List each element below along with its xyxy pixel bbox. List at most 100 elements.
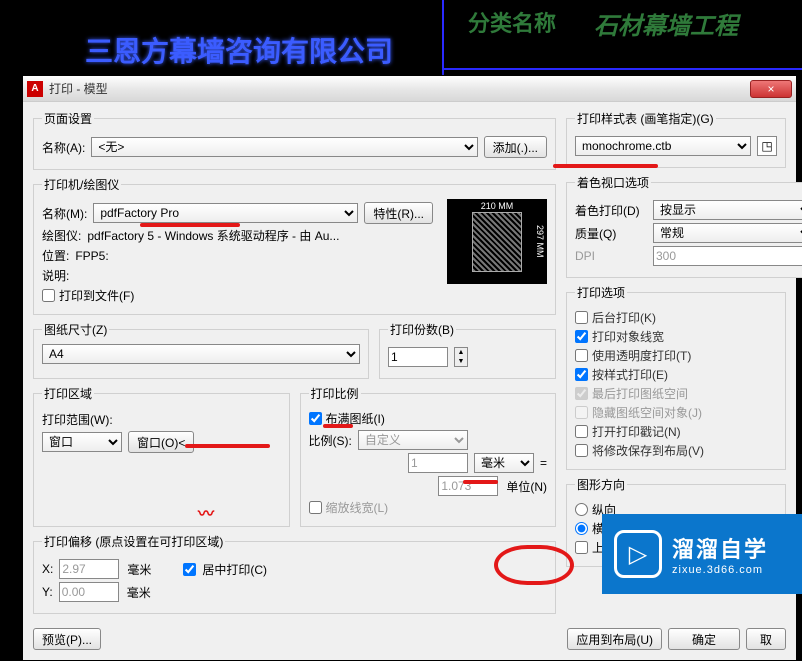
titlebar[interactable]: A 打印 - 模型 × bbox=[23, 76, 796, 102]
watermark-title: 溜溜自学 bbox=[672, 532, 768, 564]
preview-button[interactable]: 预览(P)... bbox=[33, 628, 101, 650]
plot-paperspace-last-label: 最后打印图纸空间 bbox=[592, 385, 688, 402]
ok-button[interactable]: 确定 bbox=[668, 628, 740, 650]
plot-range-select[interactable]: 窗口 bbox=[42, 432, 122, 452]
watermark-url: zixue.3d66.com bbox=[672, 564, 768, 576]
watermark: ▷ 溜溜自学 zixue.3d66.com bbox=[602, 514, 802, 594]
fit-to-paper-checkbox[interactable] bbox=[309, 412, 322, 425]
printer-name-select[interactable]: pdfFactory Pro bbox=[93, 203, 358, 223]
shaded-viewport-group: 着色视口选项 着色打印(D)按显示 质量(Q)常规 DPI bbox=[566, 174, 802, 278]
shaded-viewport-legend: 着色视口选项 bbox=[575, 174, 651, 191]
scale-unit-select[interactable]: 毫米 bbox=[474, 453, 534, 473]
autocad-icon: A bbox=[27, 81, 43, 97]
landscape-radio[interactable] bbox=[575, 522, 588, 535]
red-swirl-center: 〰 bbox=[198, 500, 214, 524]
preview-height: 297 MM bbox=[535, 225, 545, 258]
close-icon: × bbox=[767, 82, 774, 96]
plot-offset-group: 打印偏移 (原点设置在可打印区域) X: 毫米 居中打印(C) Y: 毫米 bbox=[33, 533, 556, 614]
plot-lineweights-checkbox[interactable] bbox=[575, 330, 588, 343]
printer-name-label: 名称(M): bbox=[42, 205, 87, 222]
add-button[interactable]: 添加(.)... bbox=[484, 136, 547, 158]
plot-transparency-checkbox[interactable] bbox=[575, 349, 588, 362]
printer-props-button[interactable]: 特性(R)... bbox=[364, 202, 433, 224]
paper-size-legend: 图纸尺寸(Z) bbox=[42, 321, 109, 338]
offset-x-unit: 毫米 bbox=[127, 561, 151, 578]
hide-paperspace-label: 隐藏图纸空间对象(J) bbox=[592, 404, 702, 421]
shade-plot-label: 着色打印(D) bbox=[575, 202, 647, 219]
plot-offset-legend: 打印偏移 (原点设置在可打印区域) bbox=[42, 533, 225, 550]
paper-size-group: 图纸尺寸(Z) A4 bbox=[33, 321, 369, 379]
printer-legend: 打印机/绘图仪 bbox=[42, 176, 121, 193]
location-label: 位置: bbox=[42, 247, 69, 264]
plot-scale-legend: 打印比例 bbox=[309, 385, 361, 402]
copies-legend: 打印份数(B) bbox=[388, 321, 456, 338]
plot-style-edit-icon[interactable]: ◳ bbox=[757, 136, 777, 156]
dialog-title: 打印 - 模型 bbox=[49, 80, 750, 97]
offset-y-label: Y: bbox=[42, 585, 53, 599]
save-layout-checkbox[interactable] bbox=[575, 444, 588, 457]
red-circle-ok bbox=[494, 545, 574, 585]
preview-width: 210 MM bbox=[481, 201, 514, 211]
category-value: 石材幕墙工程 bbox=[594, 6, 738, 41]
copies-spinner[interactable]: ▲▼ bbox=[454, 347, 468, 367]
plot-with-styles-checkbox[interactable] bbox=[575, 368, 588, 381]
apply-to-layout-button[interactable]: 应用到布局(U) bbox=[567, 628, 662, 650]
plot-range-label: 打印范围(W): bbox=[42, 411, 113, 428]
print-to-file-label: 打印到文件(F) bbox=[59, 287, 134, 304]
scale-denom-input[interactable] bbox=[438, 476, 498, 496]
plot-transparency-label: 使用透明度打印(T) bbox=[592, 347, 691, 364]
plot-scale-group: 打印比例 布满图纸(I) 比例(S):自定义 毫米= 单位(N) 缩放线宽(L) bbox=[300, 385, 557, 527]
scale-num-input[interactable] bbox=[408, 453, 468, 473]
unit-label: 单位(N) bbox=[506, 478, 547, 495]
upside-down-checkbox[interactable] bbox=[575, 541, 588, 554]
plot-style-legend: 打印样式表 (画笔指定)(G) bbox=[575, 110, 716, 127]
offset-y-input[interactable] bbox=[59, 582, 119, 602]
plot-paperspace-last-checkbox bbox=[575, 387, 588, 400]
company-name: 三恩方幕墙咨询有限公司 bbox=[85, 30, 393, 70]
offset-x-label: X: bbox=[42, 562, 53, 576]
center-plot-label: 居中打印(C) bbox=[202, 561, 267, 578]
scale-ratio-label: 比例(S): bbox=[309, 432, 352, 449]
printer-group: 打印机/绘图仪 名称(M): pdfFactory Pro 特性(R)... 绘… bbox=[33, 176, 556, 315]
dpi-input bbox=[653, 246, 802, 266]
red-underline-window bbox=[185, 444, 270, 448]
hide-paperspace-checkbox bbox=[575, 406, 588, 419]
plot-area-legend: 打印区域 bbox=[42, 385, 94, 402]
plot-stamp-label: 打开打印戳记(N) bbox=[592, 423, 681, 440]
shade-plot-select[interactable]: 按显示 bbox=[653, 200, 802, 220]
offset-x-input[interactable] bbox=[59, 559, 119, 579]
category-label: 分类名称 bbox=[468, 6, 556, 38]
paper-preview: 210 MM 297 MM bbox=[447, 199, 547, 284]
plot-style-select[interactable]: monochrome.ctb bbox=[575, 136, 751, 156]
scale-lineweight-checkbox[interactable] bbox=[309, 501, 322, 514]
background-plot-label: 后台打印(K) bbox=[592, 309, 656, 326]
center-plot-checkbox[interactable] bbox=[183, 563, 196, 576]
red-underline-fit bbox=[323, 424, 353, 428]
red-underline-style bbox=[553, 164, 658, 168]
red-underline-mm bbox=[463, 480, 498, 484]
copies-input[interactable] bbox=[388, 347, 448, 367]
plot-stamp-checkbox[interactable] bbox=[575, 425, 588, 438]
page-setup-group: 页面设置 名称(A): <无> 添加(.)... bbox=[33, 110, 556, 170]
portrait-radio[interactable] bbox=[575, 503, 588, 516]
preview-paper-icon bbox=[472, 212, 522, 272]
page-name-select[interactable]: <无> bbox=[91, 137, 477, 157]
cancel-button[interactable]: 取 bbox=[746, 628, 786, 650]
plot-area-group: 打印区域 打印范围(W): 窗口 窗口(O)< bbox=[33, 385, 290, 527]
driver-value: pdfFactory 5 - Windows 系统驱动程序 - 由 Au... bbox=[87, 227, 339, 244]
plot-lineweights-label: 打印对象线宽 bbox=[592, 328, 664, 345]
quality-select[interactable]: 常规 bbox=[653, 223, 802, 243]
window-button[interactable]: 窗口(O)< bbox=[128, 431, 194, 453]
paper-size-select[interactable]: A4 bbox=[42, 344, 360, 364]
equals-sign: = bbox=[540, 456, 547, 470]
scale-ratio-select[interactable]: 自定义 bbox=[358, 430, 468, 450]
page-name-label: 名称(A): bbox=[42, 139, 85, 156]
copies-group: 打印份数(B) ▲▼ bbox=[379, 321, 556, 379]
plot-style-group: 打印样式表 (画笔指定)(G) monochrome.ctb ◳ bbox=[566, 110, 786, 168]
close-button[interactable]: × bbox=[750, 80, 792, 98]
watermark-play-icon: ▷ bbox=[614, 530, 662, 578]
scale-lineweight-label: 缩放线宽(L) bbox=[326, 499, 389, 516]
background-plot-checkbox[interactable] bbox=[575, 311, 588, 324]
print-to-file-checkbox[interactable] bbox=[42, 289, 55, 302]
plot-options-legend: 打印选项 bbox=[575, 284, 627, 301]
